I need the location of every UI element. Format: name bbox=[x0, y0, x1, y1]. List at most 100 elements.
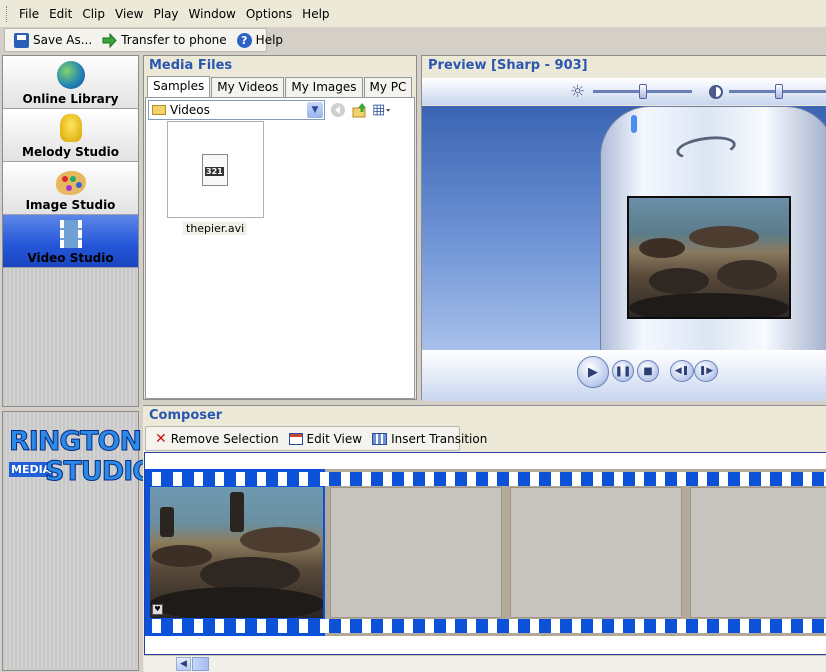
playback-controls: ▶ ❚❚ ■ ◀❚ ❚▶ bbox=[422, 350, 826, 401]
brightness-slider-thumb[interactable] bbox=[639, 84, 648, 99]
brightness-icon: ☼ bbox=[570, 81, 586, 102]
menu-play[interactable]: Play bbox=[149, 7, 184, 21]
nav-melody-studio[interactable]: Melody Studio bbox=[3, 109, 138, 162]
contrast-slider-thumb[interactable] bbox=[774, 84, 783, 99]
nav-label: Image Studio bbox=[25, 198, 116, 212]
edit-view-button[interactable]: Edit View bbox=[284, 432, 368, 446]
scrollbar-thumb[interactable] bbox=[192, 657, 209, 671]
menu-bar: File Edit Clip View Play Window Options … bbox=[0, 0, 826, 27]
tab-my-images[interactable]: My Images bbox=[285, 77, 363, 97]
transfer-to-phone-button[interactable]: Transfer to phone bbox=[97, 32, 231, 48]
help-button[interactable]: ? Help bbox=[232, 32, 288, 48]
bell-icon bbox=[59, 114, 82, 142]
chevron-down-icon[interactable]: ▼ bbox=[307, 102, 323, 118]
media-files-panel: Media Files Samples My Videos My Images … bbox=[143, 55, 417, 400]
insert-transition-button[interactable]: Insert Transition bbox=[367, 432, 492, 446]
composer-panel: Composer ✕ Remove Selection Edit View In… bbox=[143, 405, 826, 672]
edit-view-label: Edit View bbox=[306, 431, 363, 446]
empty-frame[interactable] bbox=[690, 487, 826, 618]
close-icon: ✕ bbox=[155, 430, 167, 447]
timeline: ♥ bbox=[144, 452, 826, 655]
menu-view[interactable]: View bbox=[110, 7, 148, 21]
selected-clip[interactable]: ♥ bbox=[145, 469, 826, 636]
logo-studio: STUDIO bbox=[44, 456, 155, 488]
video-file-icon bbox=[202, 154, 228, 186]
nav-label: Online Library bbox=[22, 92, 119, 106]
folder-icon bbox=[152, 105, 166, 115]
contrast-icon bbox=[708, 84, 723, 99]
brightness-slider[interactable] bbox=[593, 84, 692, 99]
timeline-scrollbar[interactable]: ◀ bbox=[144, 655, 826, 672]
remove-selection-button[interactable]: ✕ Remove Selection bbox=[150, 432, 284, 446]
composer-toolbar: ✕ Remove Selection Edit View Insert Tran… bbox=[145, 426, 487, 451]
save-as-label: Save As... bbox=[33, 33, 93, 47]
edit-view-icon bbox=[288, 432, 303, 445]
floppy-disk-icon bbox=[14, 32, 29, 48]
menu-clip[interactable]: Clip bbox=[77, 7, 110, 21]
save-as-button[interactable]: Save As... bbox=[9, 32, 97, 48]
nav-online-library[interactable]: Online Library bbox=[3, 56, 138, 109]
palette-icon bbox=[55, 171, 86, 195]
up-folder-button[interactable] bbox=[351, 101, 369, 119]
studio-nav: Online Library Melody Studio Image Studi… bbox=[2, 55, 139, 407]
folder-row: Videos ▼ bbox=[148, 100, 391, 120]
fast-forward-button[interactable]: ❚▶ bbox=[694, 360, 718, 382]
file-name[interactable]: thepier.avi bbox=[183, 222, 248, 235]
transfer-label: Transfer to phone bbox=[121, 33, 227, 47]
globe-icon bbox=[56, 61, 85, 89]
phone-earpiece bbox=[674, 132, 738, 164]
remove-selection-label: Remove Selection bbox=[170, 431, 279, 446]
menu-edit[interactable]: Edit bbox=[44, 7, 77, 21]
tab-samples[interactable]: Samples bbox=[147, 76, 211, 97]
folder-name: Videos bbox=[170, 103, 210, 117]
empty-frame[interactable] bbox=[330, 487, 502, 618]
clip-badge-icon: ♥ bbox=[152, 604, 163, 615]
logo-panel: RINGTONE MEDIA STUDIO bbox=[2, 411, 160, 671]
scroll-left-icon[interactable]: ◀ bbox=[176, 657, 191, 671]
logo-ringtone: RINGTONE bbox=[9, 426, 161, 458]
clip-thumbnail: ♥ bbox=[150, 487, 323, 618]
back-button[interactable] bbox=[329, 101, 347, 119]
file-thumbnail[interactable] bbox=[167, 121, 264, 218]
transition-icon bbox=[372, 432, 388, 445]
main-toolbar: Save As... Transfer to phone ? Help bbox=[4, 28, 283, 52]
video-frame bbox=[629, 198, 789, 317]
tab-my-videos[interactable]: My Videos bbox=[211, 77, 285, 97]
phone-image bbox=[600, 106, 826, 350]
sprocket-row bbox=[145, 619, 826, 633]
media-files-title: Media Files bbox=[149, 58, 233, 73]
green-arrow-icon bbox=[102, 32, 117, 48]
composer-title: Composer bbox=[149, 408, 223, 423]
menu-grip bbox=[6, 5, 9, 22]
nav-image-studio[interactable]: Image Studio bbox=[3, 162, 138, 215]
menu-options[interactable]: Options bbox=[241, 7, 297, 21]
insert-transition-label: Insert Transition bbox=[391, 431, 488, 446]
preview-panel: Preview [Sharp - 903] ☼ ▶ ❚❚ ■ ◀❚ ❚▶ bbox=[421, 55, 826, 401]
play-button[interactable]: ▶ bbox=[577, 356, 609, 388]
view-menu-button[interactable] bbox=[373, 101, 391, 119]
empty-frame[interactable] bbox=[510, 487, 682, 618]
pause-button[interactable]: ❚❚ bbox=[612, 360, 634, 382]
nav-video-studio[interactable]: Video Studio bbox=[3, 215, 138, 268]
media-tabs: Samples My Videos My Images My PC bbox=[144, 76, 416, 97]
nav-label: Melody Studio bbox=[22, 145, 119, 159]
phone-screen bbox=[627, 196, 791, 319]
preview-title: Preview [Sharp - 903] bbox=[428, 58, 588, 73]
phone-led bbox=[631, 115, 637, 133]
help-icon: ? bbox=[236, 32, 252, 48]
menu-window[interactable]: Window bbox=[184, 7, 241, 21]
rewind-button[interactable]: ◀❚ bbox=[670, 360, 694, 382]
tab-my-pc[interactable]: My PC bbox=[363, 77, 413, 97]
menu-file[interactable]: File bbox=[14, 7, 44, 21]
help-label: Help bbox=[255, 33, 284, 47]
menu-help[interactable]: Help bbox=[297, 7, 334, 21]
media-file-list: Videos ▼ thepier.avi bbox=[145, 97, 415, 399]
contrast-slider[interactable] bbox=[728, 84, 826, 99]
stop-button[interactable]: ■ bbox=[637, 360, 659, 382]
nav-label: Video Studio bbox=[27, 251, 114, 265]
film-icon bbox=[59, 220, 82, 248]
sprocket-row bbox=[145, 472, 826, 486]
adjust-bar: ☼ bbox=[422, 78, 826, 105]
folder-select[interactable]: Videos ▼ bbox=[148, 100, 325, 120]
phone-preview-stage bbox=[422, 106, 826, 350]
